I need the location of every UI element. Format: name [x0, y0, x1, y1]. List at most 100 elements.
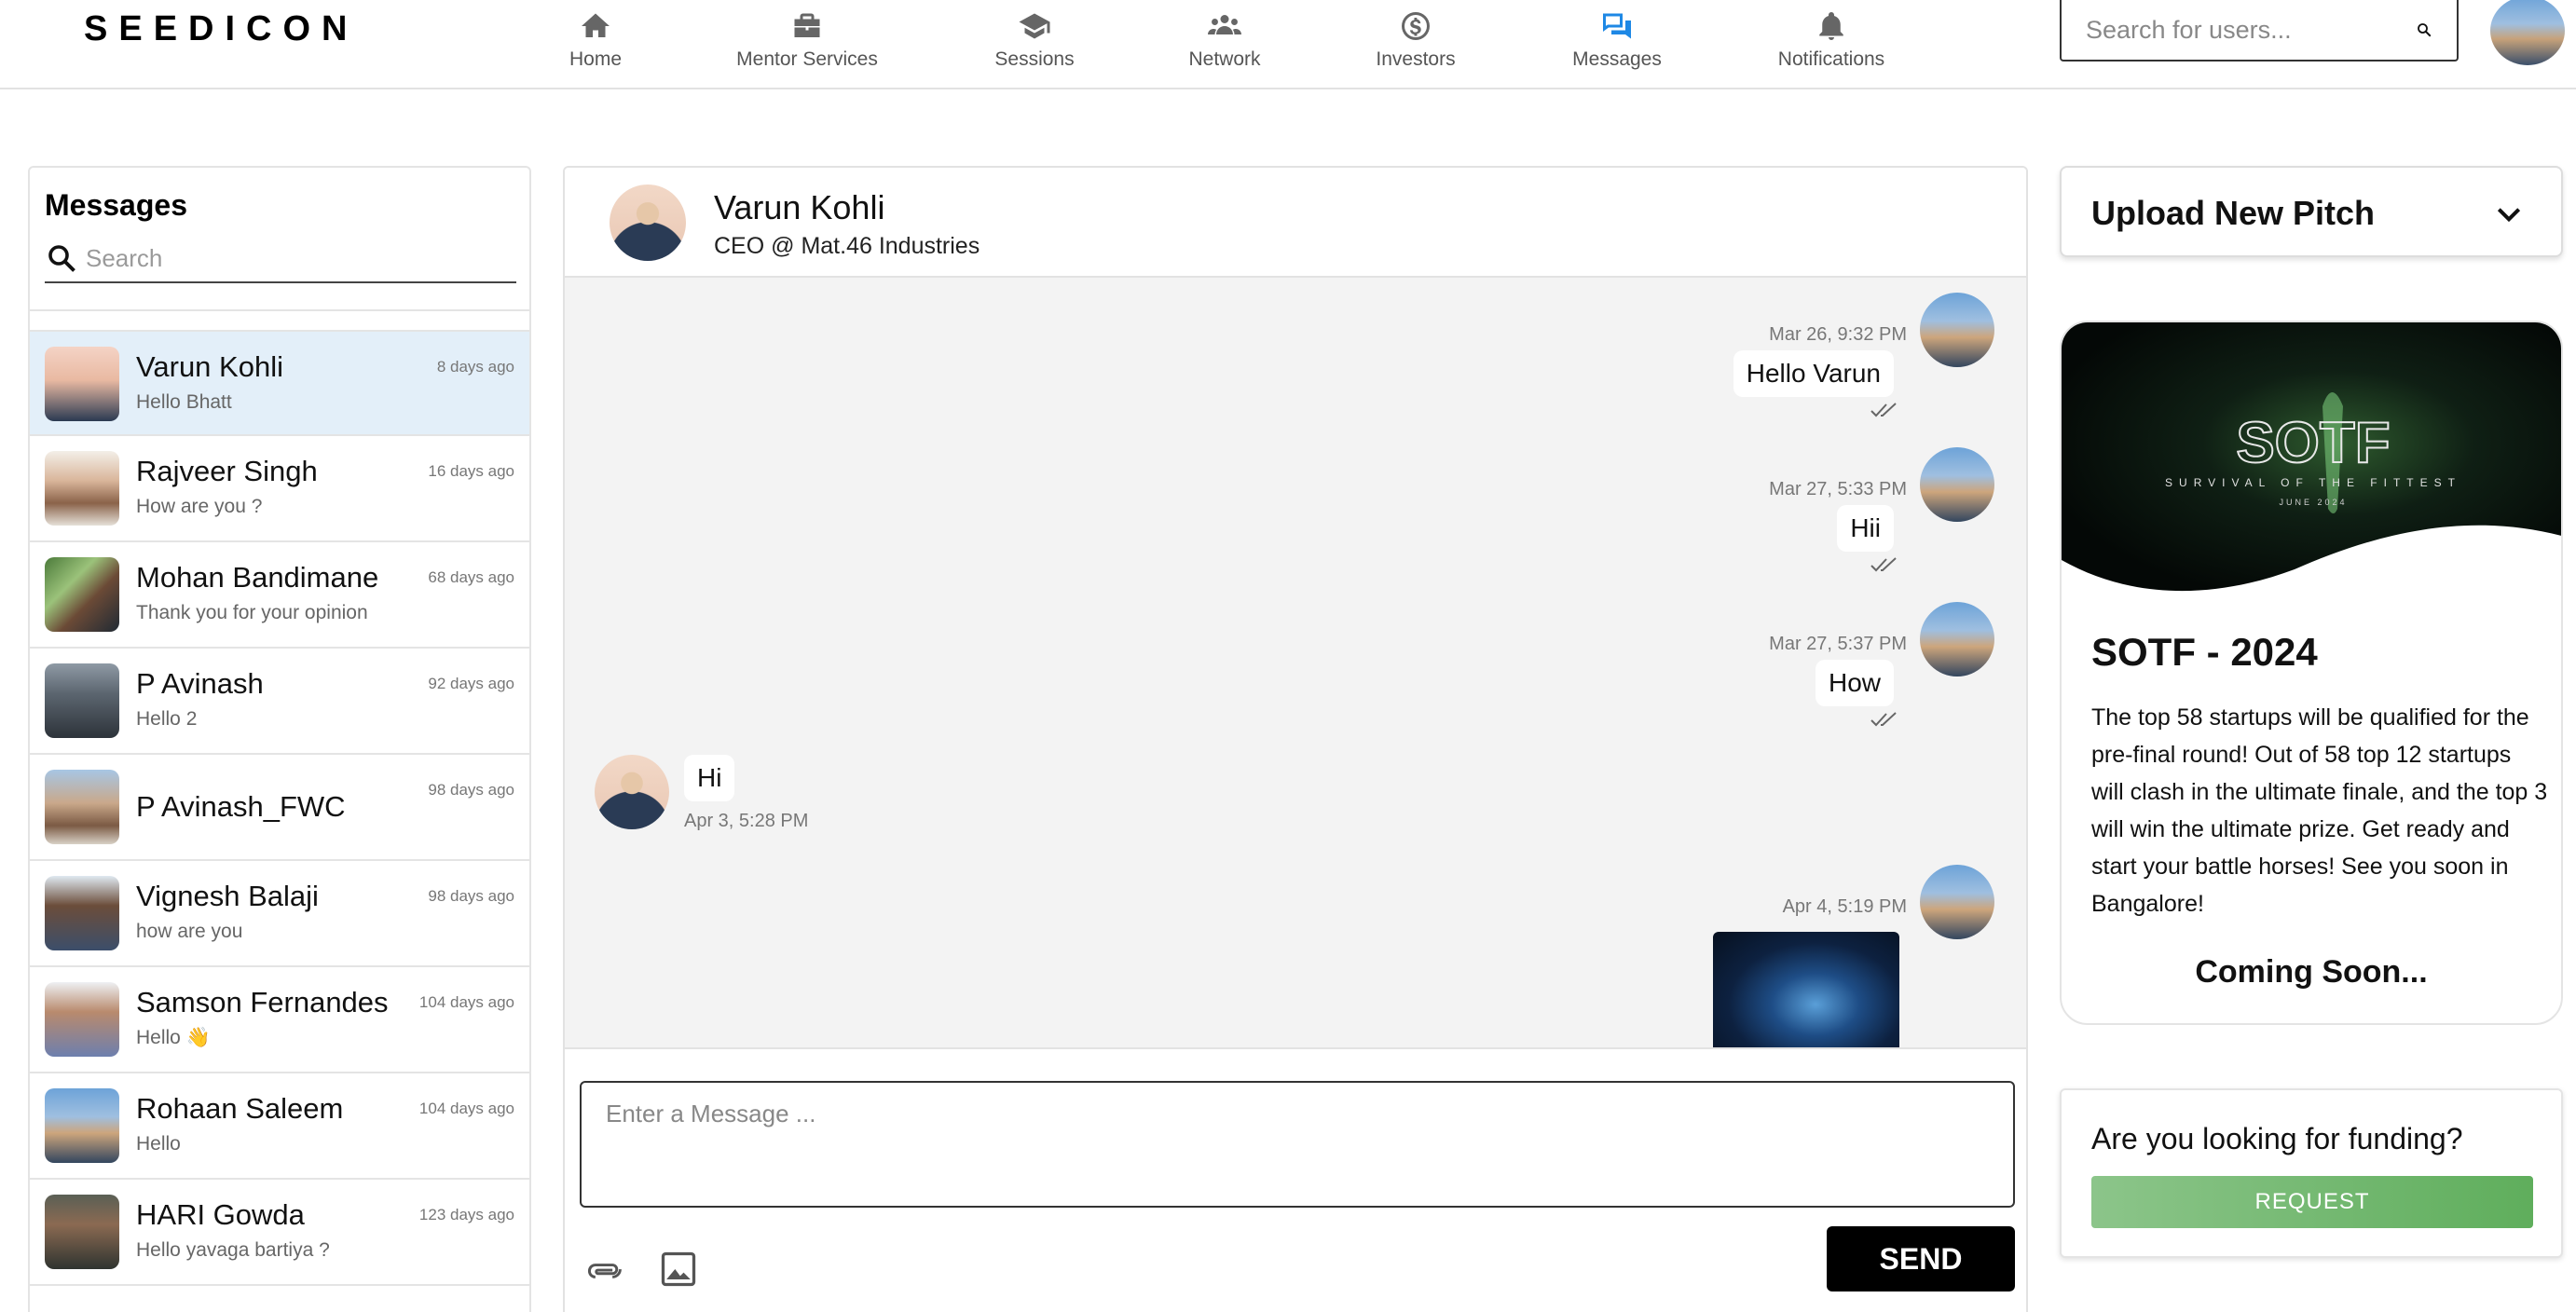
double-check-icon — [1870, 557, 1897, 572]
avatar — [45, 451, 119, 526]
avatar — [1920, 447, 1994, 522]
nav-home-label: Home — [569, 48, 623, 70]
conversation-time: 104 days ago — [418, 1100, 514, 1117]
funding-question: Are you looking for funding? — [2091, 1122, 2463, 1155]
chat-header: Varun Kohli CEO @ Mat.46 Industries — [565, 168, 2026, 278]
message-image[interactable] — [1713, 932, 1899, 1053]
chevron-down-icon — [2497, 208, 2521, 223]
conversation-item[interactable]: Varun Kohli Hello Bhatt 8 days ago — [30, 330, 529, 436]
nav-network[interactable]: Network — [1182, 0, 1267, 71]
message-bubble: How — [1815, 660, 1894, 706]
conversation-time: 16 days ago — [428, 462, 514, 480]
conversation-time: 104 days ago — [418, 993, 514, 1011]
nav-notifications[interactable]: Notifications — [1773, 0, 1890, 71]
top-navigation-bar: SEEDICON Home Mentor Services Sessions N… — [0, 0, 2576, 89]
briefcase-icon — [794, 13, 820, 37]
conversation-time: 98 days ago — [428, 887, 514, 905]
conversation-name: Samson Fernandes — [136, 986, 389, 1018]
conversation-name: Vignesh Balaji — [136, 880, 319, 912]
conversation-name: Varun Kohli — [136, 350, 283, 383]
contact-name[interactable]: Varun Kohli — [714, 188, 884, 227]
conversation-item[interactable]: Vignesh Balaji how are you 98 days ago — [30, 861, 529, 967]
nav-home[interactable]: Home — [557, 0, 634, 71]
funding-card: Are you looking for funding? REQUEST — [2060, 1088, 2563, 1258]
request-funding-button[interactable]: REQUEST — [2091, 1176, 2533, 1228]
message-time: Apr 3, 5:28 PM — [684, 811, 809, 831]
nav-investors[interactable]: Investors — [1368, 0, 1463, 71]
conversation-name: P Avinash — [136, 667, 264, 700]
conversation-preview: Hello yavaga bartiya ? — [136, 1239, 330, 1261]
image-icon[interactable] — [658, 1249, 699, 1290]
avatar — [45, 770, 119, 844]
conversation-search — [45, 235, 516, 283]
message-time: Mar 27, 5:37 PM — [1769, 634, 1907, 654]
conversation-time: 8 days ago — [436, 358, 514, 376]
conversation-item[interactable]: Rohaan Saleem Hello 104 days ago — [30, 1073, 529, 1180]
conversation-time: 92 days ago — [428, 675, 514, 692]
conversation-item[interactable]: P Avinash Hello 2 92 days ago — [30, 649, 529, 755]
graduation-cap-icon — [1019, 13, 1050, 39]
message-bubble: Hello Varun — [1733, 350, 1894, 397]
avatar — [595, 755, 669, 829]
conversation-preview: how are you — [136, 921, 243, 942]
conversation-preview: Hello — [136, 1133, 181, 1155]
chat-panel: Varun Kohli CEO @ Mat.46 Industries Mar … — [563, 166, 2028, 1312]
search-icon[interactable] — [2416, 13, 2432, 47]
dollar-circle-icon — [1402, 12, 1430, 40]
conversation-search-input[interactable] — [86, 243, 516, 273]
seedicon-logo[interactable]: SEEDICON — [84, 9, 358, 49]
conversation-preview: Hello 2 — [136, 708, 198, 730]
conversation-preview: Hello 👋 — [136, 1027, 211, 1048]
avatar — [45, 1195, 119, 1269]
avatar — [45, 1088, 119, 1163]
user-search-box — [2060, 0, 2459, 62]
event-card: SOTF SURVIVAL OF THE FITTEST JUNE 2024 S… — [2060, 321, 2563, 1025]
conversation-name: Mohan Bandimane — [136, 561, 379, 594]
double-check-icon — [1870, 712, 1897, 727]
message-bubble: Hi — [684, 755, 735, 801]
conversation-item[interactable]: Mohan Bandimane Thank you for your opini… — [30, 542, 529, 649]
conversation-list: Varun Kohli Hello Bhatt 8 days ago Rajve… — [30, 309, 529, 1286]
message-thread: Mar 26, 9:32 PM Hello Varun Mar 27, 5:33… — [565, 278, 2026, 1053]
nav-messages[interactable]: Messages — [1568, 0, 1666, 71]
double-check-icon — [1870, 403, 1897, 417]
send-button[interactable]: SEND — [1827, 1226, 2015, 1292]
message-input[interactable] — [580, 1081, 2015, 1208]
nav-notifications-label: Notifications — [1777, 48, 1885, 70]
nav-investors-label: Investors — [1376, 48, 1456, 70]
conversation-item[interactable]: P Avinash_FWC 98 days ago — [30, 755, 529, 861]
paperclip-icon[interactable] — [583, 1250, 624, 1292]
event-status: Coming Soon... — [2195, 954, 2428, 990]
nav-sessions[interactable]: Sessions — [990, 0, 1079, 71]
conversation-item[interactable]: HARI Gowda Hello yavaga bartiya ? 123 da… — [30, 1180, 529, 1286]
avatar — [1920, 293, 1994, 367]
conversation-name: Rajveer Singh — [136, 455, 318, 487]
bell-icon — [1819, 12, 1843, 40]
conversation-item[interactable]: Rajveer Singh How are you ? 16 days ago — [30, 436, 529, 542]
current-user-avatar[interactable] — [2490, 0, 2565, 65]
nav-messages-label: Messages — [1572, 48, 1662, 70]
message-time: Apr 4, 5:19 PM — [1782, 896, 1907, 917]
avatar — [1920, 865, 1994, 939]
messages-sidebar: Messages Varun Kohli Hello Bhatt 8 days … — [28, 166, 531, 1312]
avatar — [45, 876, 119, 950]
banner-subtitle: SURVIVAL OF THE FITTEST — [2165, 476, 2461, 489]
conversation-item[interactable]: Samson Fernandes Hello 👋 104 days ago — [30, 967, 529, 1073]
event-description: The top 58 startups will be qualified fo… — [2091, 704, 2548, 917]
nav-mentor-services-label: Mentor Services — [736, 48, 878, 70]
upload-new-pitch-dropdown[interactable]: Upload New Pitch — [2060, 166, 2563, 257]
user-search-input[interactable] — [2086, 15, 2416, 45]
message-bubble: Hii — [1837, 505, 1894, 552]
nav-network-label: Network — [1188, 48, 1261, 70]
conversation-preview: Thank you for your opinion — [136, 602, 368, 623]
avatar — [45, 557, 119, 632]
conversation-time: 123 days ago — [418, 1206, 514, 1223]
banner-title: SOTF — [2236, 411, 2390, 475]
event-banner[interactable]: SOTF SURVIVAL OF THE FITTEST JUNE 2024 — [2062, 322, 2563, 602]
nav-mentor-services[interactable]: Mentor Services — [733, 0, 882, 71]
messages-panel-title: Messages — [45, 188, 187, 222]
contact-role: CEO @ Mat.46 Industries — [714, 233, 980, 259]
contact-avatar[interactable] — [610, 184, 686, 261]
message-time: Mar 27, 5:33 PM — [1769, 479, 1907, 499]
search-icon — [48, 245, 75, 272]
